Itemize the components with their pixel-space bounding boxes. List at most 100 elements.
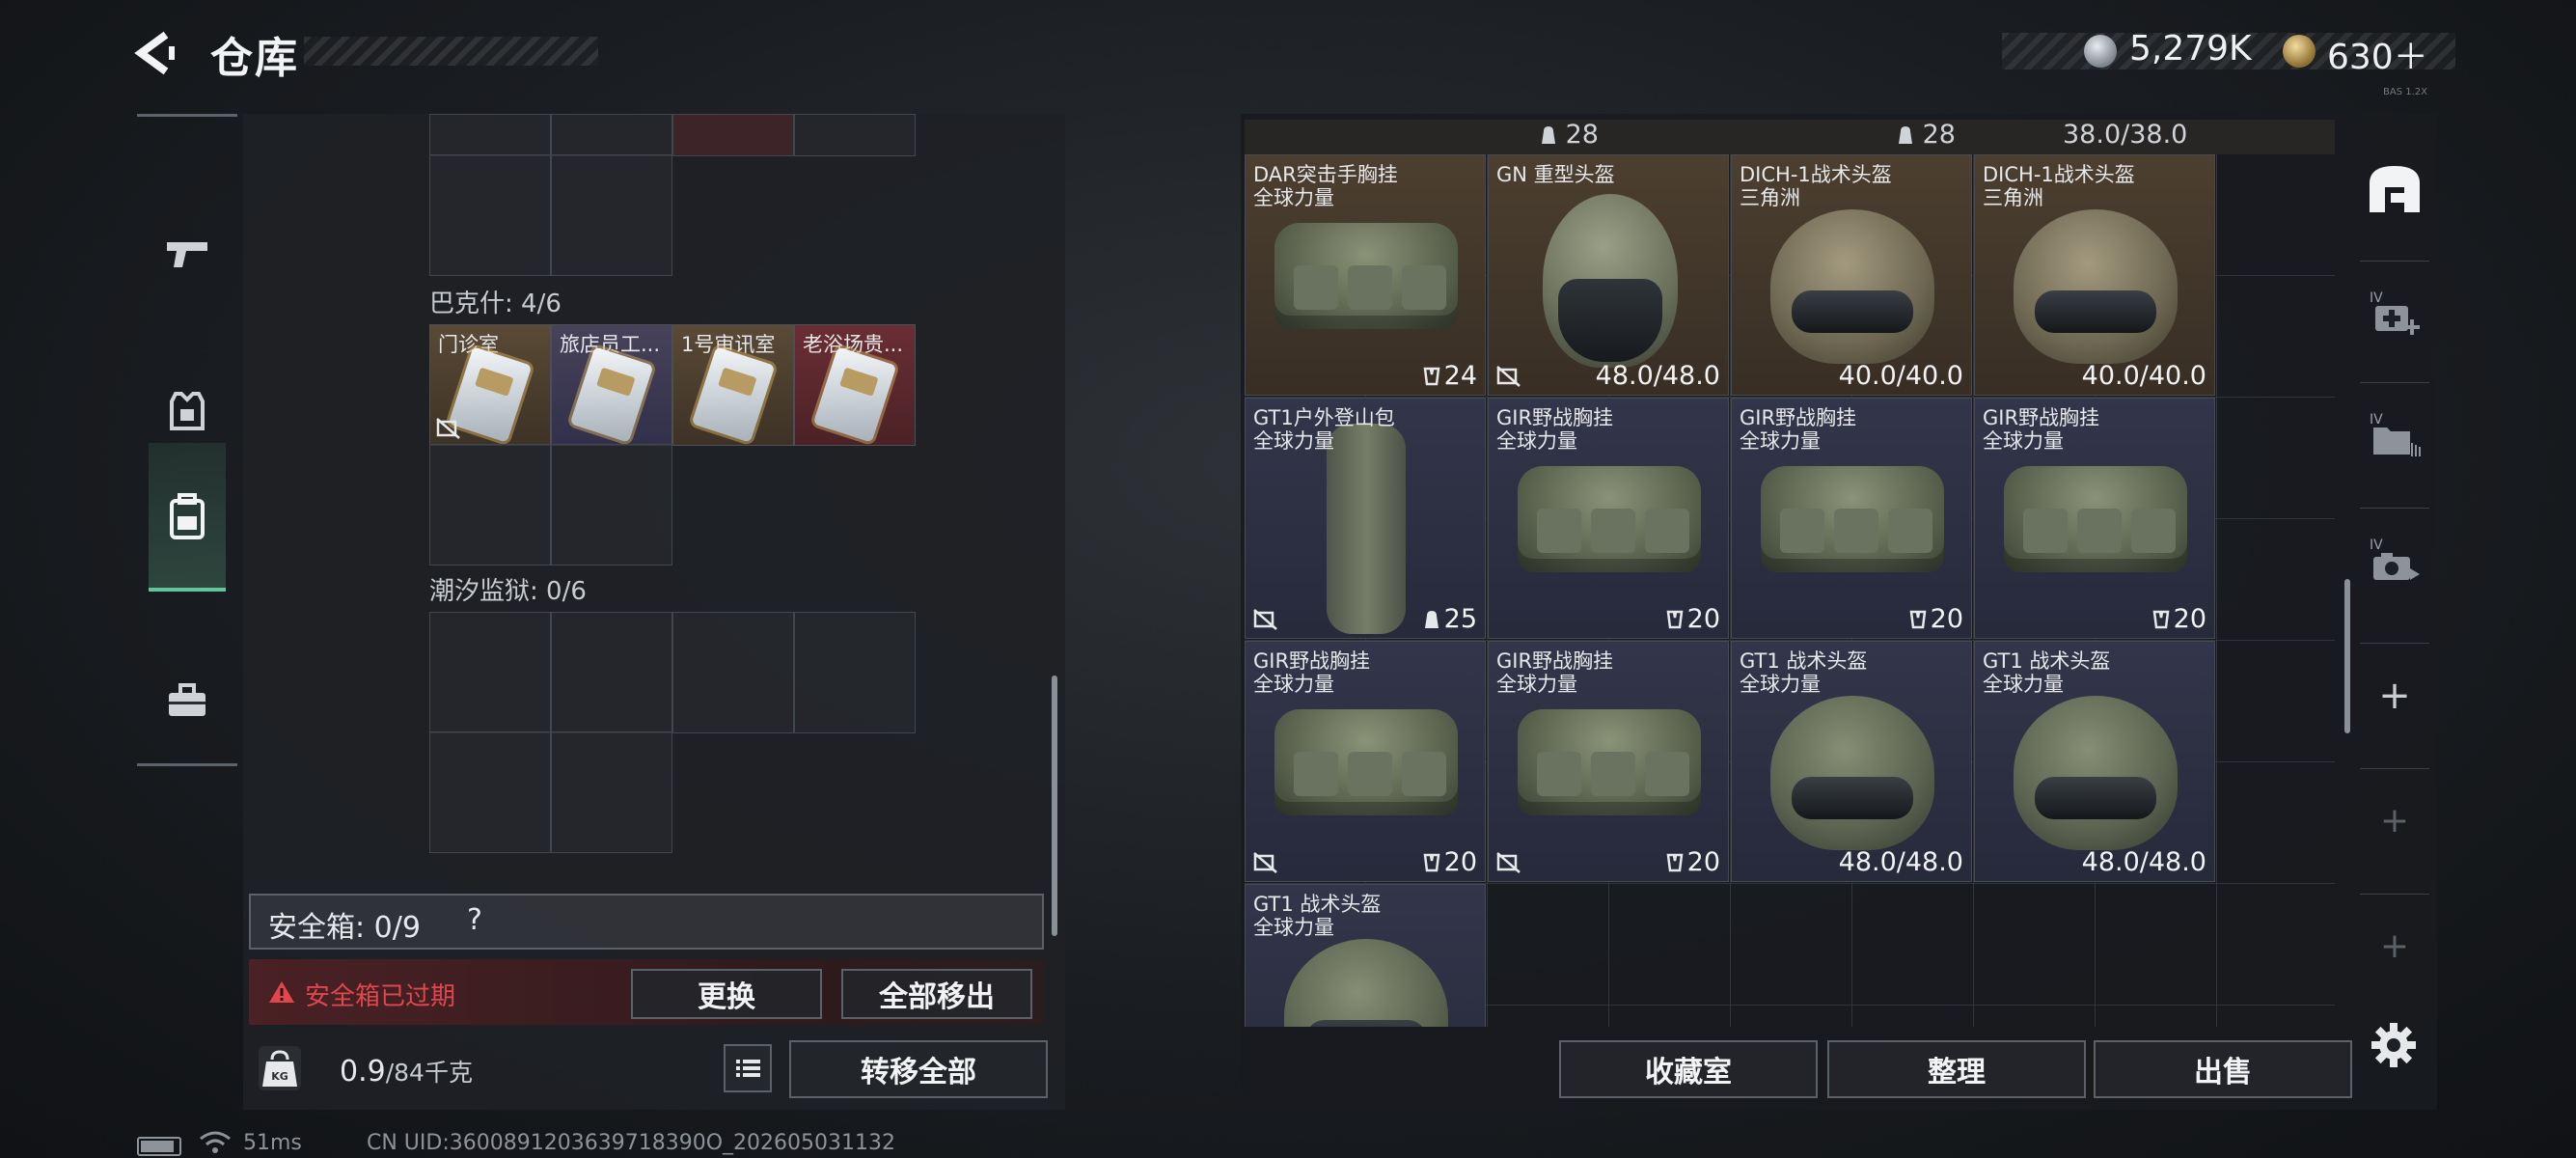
capacity-icon (1899, 126, 1912, 144)
stash-cell[interactable] (2217, 398, 2335, 519)
safebox-label: 安全箱: 0/9 (268, 911, 421, 945)
stash-cell[interactable] (1974, 884, 2096, 1006)
item-faction: 全球力量 (1740, 429, 1821, 453)
gold-coin-icon[interactable] (2283, 35, 2316, 68)
stash-item[interactable]: GIR野战胸挂 全球力量 20 (1488, 641, 1729, 882)
remove-all-button[interactable]: 全部移出 (841, 969, 1032, 1019)
item-value: 20 (1909, 604, 1963, 634)
stash-cell[interactable] (1488, 1006, 1609, 1027)
tab-main-stash[interactable] (2360, 131, 2429, 247)
section-label-tide-prison: 潮汐监狱: 0/6 (429, 577, 587, 606)
stash-item[interactable]: GIR野战胸挂 全球力量 20 (1974, 398, 2215, 639)
grid-cell[interactable] (551, 612, 672, 733)
no-import-icon (436, 418, 460, 439)
stash-item[interactable]: GT1 战术头盔 全球力量 48.0/48.0 (1974, 641, 2215, 882)
stash-item[interactable]: GT1户外登山包 全球力量 25 (1245, 398, 1486, 639)
transfer-all-button[interactable]: 转移全部 (789, 1040, 1048, 1098)
stash-item[interactable]: GT1 战术头盔 全球力量 (1245, 884, 1486, 1027)
stash-cell[interactable] (2217, 762, 2335, 884)
key-card[interactable]: 1号审讯室 (672, 324, 794, 446)
nav-backpack[interactable] (149, 443, 226, 592)
stash-cell[interactable] (2217, 641, 2335, 762)
grid-cell[interactable] (794, 114, 916, 156)
stash-cell[interactable] (2217, 154, 2335, 276)
item-name: GN 重型头盔 (1496, 163, 1615, 186)
stash-item[interactable]: GT1 战术头盔 全球力量 48.0/48.0 (1731, 641, 1972, 882)
stash-cell[interactable] (1731, 884, 1852, 1006)
tab-expand-medkit[interactable]: IV (2360, 261, 2429, 365)
stash-item[interactable]: DAR突击手胸挂 全球力量 24 (1245, 154, 1486, 396)
nav-weapons[interactable] (137, 182, 237, 327)
back-button[interactable] (133, 29, 181, 77)
grid-cell[interactable] (429, 731, 551, 853)
item-value: 48.0/48.0 (2082, 847, 2206, 877)
helmet-icon (1770, 696, 1934, 850)
sell-button[interactable]: 出售 (2094, 1040, 2352, 1098)
key-card[interactable]: 老浴场贵... (794, 324, 916, 446)
stash-cell[interactable] (2096, 1006, 2217, 1027)
weight-icon: KG (259, 1046, 301, 1090)
stash-cell[interactable] (1974, 1006, 2096, 1027)
stash-item[interactable]: GN 重型头盔 48.0/48.0 (1488, 154, 1729, 396)
stash-cell[interactable] (1609, 884, 1731, 1006)
key-card[interactable]: 旅店员工... (551, 324, 672, 446)
stash-item[interactable]: GIR野战胸挂 全球力量 20 (1245, 641, 1486, 882)
list-view-button[interactable] (724, 1044, 772, 1092)
partial-item-value: 38.0/38.0 (2063, 120, 2188, 150)
item-faction: 全球力量 (1496, 429, 1577, 453)
tab-add-slot[interactable]: + (2360, 643, 2429, 747)
replace-button[interactable]: 更换 (631, 969, 822, 1019)
key-card[interactable]: 门诊室 (429, 324, 551, 446)
left-scrollbar[interactable] (1052, 676, 1057, 936)
svg-text:IV: IV (2370, 538, 2383, 553)
no-import-icon (1496, 852, 1521, 873)
chest-rig-icon (1518, 466, 1701, 572)
medkit-expand-icon: IV (2370, 290, 2420, 335)
grid-cell[interactable] (429, 612, 551, 733)
stash-cell[interactable] (1852, 884, 1974, 1006)
grid-cell[interactable] (794, 612, 916, 733)
tab-add-slot[interactable]: + (2360, 768, 2429, 872)
stash-item[interactable]: DICH-1战术头盔 三角洲 40.0/40.0 (1974, 154, 2215, 396)
collection-room-button[interactable]: 收藏室 (1559, 1040, 1818, 1098)
grid-cell[interactable] (429, 114, 551, 156)
item-faction: 全球力量 (1253, 916, 1334, 939)
grid-cell[interactable] (672, 612, 794, 733)
grid-cell[interactable] (551, 154, 672, 276)
stash-item[interactable]: GIR野战胸挂 全球力量 20 (1731, 398, 1972, 639)
grid-cell[interactable] (551, 731, 672, 853)
stash-item[interactable]: GIR野战胸挂 全球力量 20 (1488, 398, 1729, 639)
grid-cell[interactable] (551, 444, 672, 565)
stash-cell[interactable] (2217, 519, 2335, 641)
item-value-text: 20 (2173, 604, 2206, 634)
safebox-help-button[interactable]: ? (467, 903, 482, 937)
keycard-icon (812, 346, 897, 443)
grid-cell[interactable] (429, 444, 551, 565)
stash-cell[interactable] (1609, 1006, 1731, 1027)
stash-cell[interactable] (2217, 884, 2335, 1006)
stash-cell[interactable] (2217, 276, 2335, 398)
stash-cell[interactable] (1731, 1006, 1852, 1027)
durability-icon (2152, 610, 2170, 629)
settings-button[interactable] (2370, 1021, 2418, 1069)
organize-button[interactable]: 整理 (1827, 1040, 2086, 1098)
stash-scrollbar[interactable] (2344, 579, 2350, 733)
gold-currency-value[interactable]: 630＋ (2327, 29, 2428, 79)
grid-cell[interactable] (551, 114, 672, 156)
item-faction: 全球力量 (1253, 429, 1334, 453)
stash-cell[interactable] (1488, 884, 1609, 1006)
durability-icon (1423, 853, 1440, 872)
list-icon (736, 1060, 760, 1077)
partial-item-value: 28 (1540, 120, 1599, 150)
stash-cell[interactable] (2096, 884, 2217, 1006)
grid-cell[interactable] (429, 154, 551, 276)
nav-toolbox[interactable] (137, 628, 237, 773)
tab-expand-camera[interactable]: IV (2360, 508, 2429, 612)
grid-cell[interactable] (672, 114, 794, 156)
tab-add-slot[interactable]: + (2360, 894, 2429, 998)
item-faction: 全球力量 (1253, 186, 1334, 209)
stash-cell[interactable] (2217, 1006, 2335, 1027)
stash-cell[interactable] (1852, 1006, 1974, 1027)
stash-item[interactable]: DICH-1战术头盔 三角洲 40.0/40.0 (1731, 154, 1972, 396)
tab-expand-folder[interactable]: IV (2360, 382, 2429, 486)
